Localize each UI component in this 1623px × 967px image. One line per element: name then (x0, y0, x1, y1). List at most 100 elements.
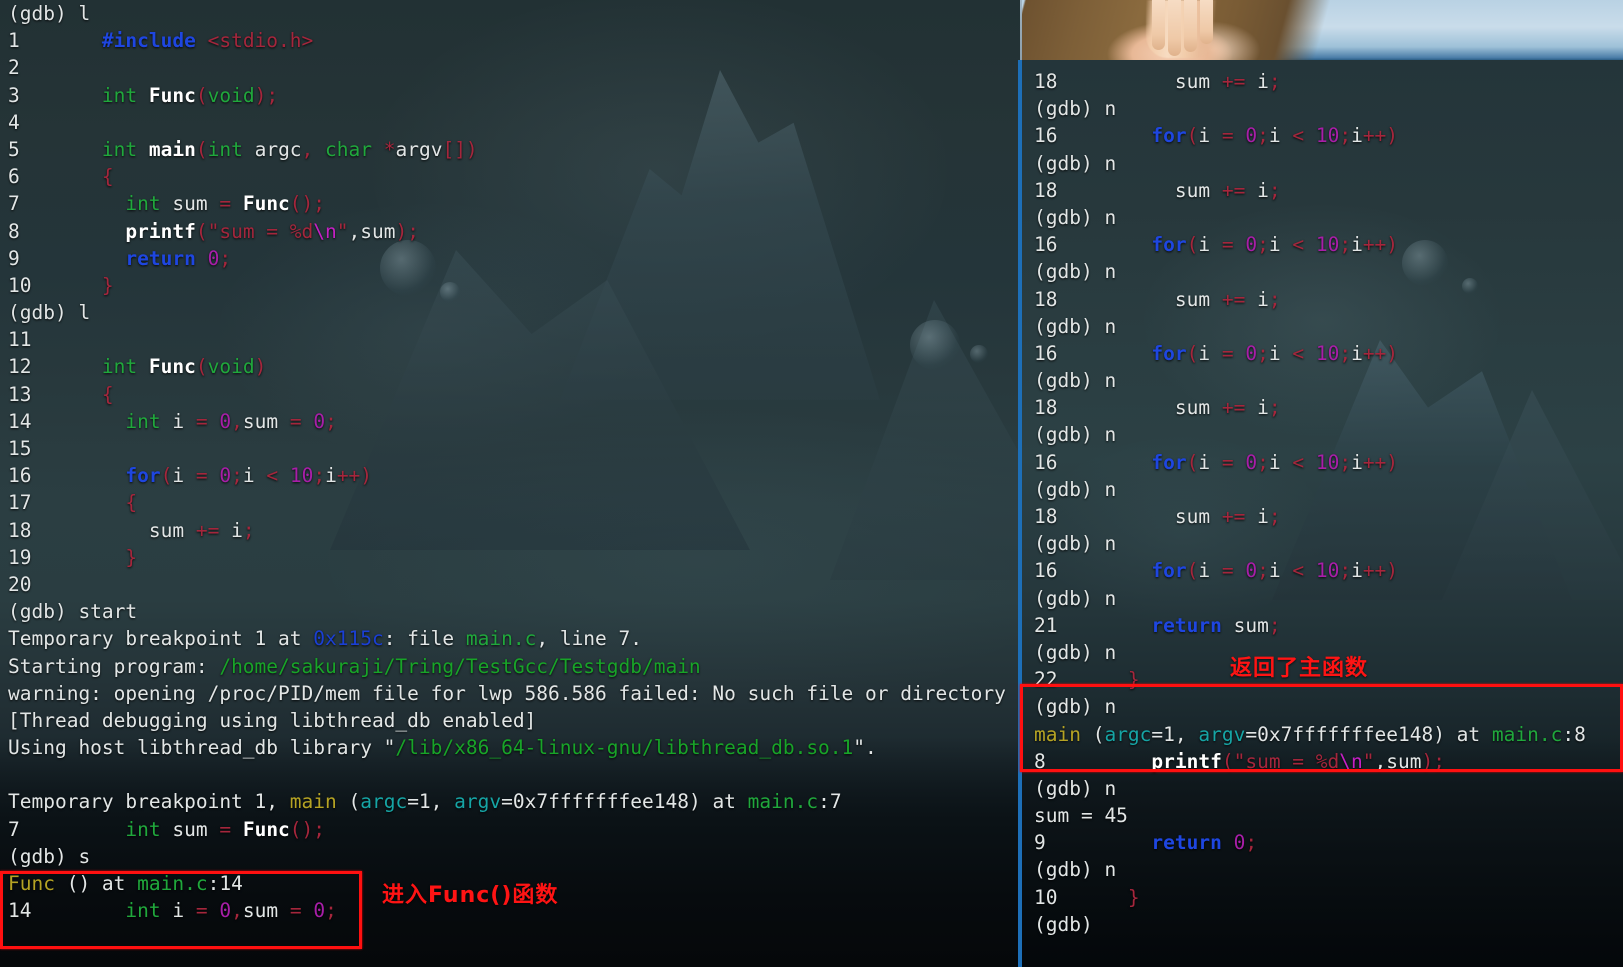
terminal-token: ( (1221, 749, 1234, 773)
terminal-line: (gdb) n (1034, 204, 1623, 231)
terminal-line: (gdb) n (1034, 856, 1623, 883)
terminal-token: = (195, 899, 208, 923)
terminal-token: return (1151, 831, 1234, 855)
terminal-line: 16 for(i = 0;i < 10;i++) (1034, 231, 1623, 258)
terminal-token: (gdb) n (1034, 423, 1117, 447)
terminal-token: printf (125, 219, 196, 243)
terminal-token: 12 (8, 355, 102, 379)
terminal-token: ++) (1362, 233, 1399, 257)
terminal-token: i (242, 464, 267, 488)
terminal-window-right[interactable]: 18 sum += i; (gdb) n 16 for(i = 0;i < 10;i… (1018, 60, 1623, 967)
terminal-token: : file (383, 627, 466, 651)
terminal-token: 14 (8, 899, 126, 923)
terminal-line: 4 (8, 109, 1020, 136)
terminal-token: ; (1257, 450, 1269, 474)
terminal-left-output: (gdb) l1 #include <stdio.h> 2 3 int Func(v… (8, 0, 1020, 924)
terminal-token: 10 (1315, 559, 1340, 583)
terminal-token: = (1221, 341, 1246, 365)
terminal-token: } (1127, 885, 1140, 909)
terminal-token: (); (289, 192, 326, 216)
terminal-token: []) (442, 137, 478, 161)
terminal-token: 0 (1233, 831, 1246, 855)
terminal-token: 20 (8, 572, 32, 596)
terminal-token: i (1257, 70, 1269, 93)
terminal-token: ++) (1362, 341, 1399, 365)
terminal-token: i (231, 518, 243, 542)
terminal-token: int (125, 817, 161, 841)
terminal-token: ; (219, 246, 232, 270)
terminal-token: 0 (1245, 341, 1258, 365)
terminal-line: warning: opening /proc/PID/mem file for … (8, 680, 1020, 707)
terminal-token: = (219, 192, 232, 216)
terminal-token: [Thread debugging using libthread_db ena… (8, 708, 537, 732)
terminal-line: 16 for(i = 0;i < 10;i++) (1034, 122, 1623, 149)
terminal-token: main.c (1491, 722, 1563, 746)
terminal-token: " (1362, 749, 1375, 773)
terminal-token: \n (1339, 749, 1363, 773)
terminal-line: (gdb) n (1034, 258, 1623, 285)
terminal-token: ) (254, 355, 267, 379)
terminal-token: :8 (1562, 722, 1586, 746)
terminal-line: (gdb) n (1034, 693, 1623, 720)
terminal-token: (gdb) start (8, 600, 138, 624)
terminal-token: char (325, 137, 384, 161)
terminal-line: 10 } (1034, 884, 1623, 911)
terminal-token: main (1034, 722, 1081, 746)
terminal-token: (gdb) l (8, 2, 91, 25)
terminal-token: 16 (1034, 559, 1152, 583)
terminal-line: (gdb) n (1034, 585, 1623, 612)
terminal-token: (gdb) n (1034, 776, 1117, 800)
terminal-token: ; (1257, 559, 1269, 583)
annotation-returned-to-main: 返回了主函数 (1230, 656, 1369, 681)
terminal-window-left[interactable]: (gdb) l1 #include <stdio.h> 2 3 int Func(v… (0, 0, 1020, 967)
terminal-token: } (101, 273, 114, 297)
terminal-token: ; (325, 899, 337, 923)
terminal-token: i (1351, 450, 1363, 474)
terminal-line: Starting program: /home/sakuraji/Tring/T… (8, 653, 1020, 680)
terminal-token: #include (101, 29, 208, 53)
terminal-line: (gdb) n (1034, 367, 1623, 394)
terminal-line: 5 int main(int argc, char *argv[]) (8, 136, 1020, 163)
terminal-token: for (1151, 341, 1187, 365)
terminal-token: { (101, 165, 114, 189)
terminal-token: ( (195, 137, 208, 161)
terminal-token: main (148, 137, 196, 161)
terminal-line: (gdb) l (8, 0, 1020, 27)
terminal-line: 12 int Func(void) (8, 353, 1020, 380)
terminal-token: (gdb) n (1034, 205, 1117, 229)
terminal-line: 8 printf("sum = %d\n",sum); (1034, 748, 1623, 775)
terminal-token: ; (1257, 124, 1269, 148)
terminal-token: ; (242, 518, 255, 542)
terminal-token: ; (325, 409, 337, 433)
terminal-token: i (1268, 450, 1293, 474)
terminal-token: ; (1268, 613, 1281, 637)
terminal-token: (gdb) l (8, 301, 91, 325)
terminal-token: return (125, 246, 208, 270)
terminal-token: 18 (1034, 70, 1175, 93)
terminal-token: sum = 45 (1034, 804, 1128, 828)
terminal-token: ; (1268, 178, 1281, 202)
terminal-line: 10 } (8, 272, 1020, 299)
terminal-token: Temporary breakpoint 1, (8, 790, 290, 814)
terminal-token: i (1268, 559, 1293, 583)
terminal-line: 7 int sum = Func(); (8, 816, 1020, 843)
terminal-token: ( (195, 355, 208, 379)
terminal-token: for (1151, 233, 1187, 257)
terminal-token: (gdb) n (1034, 586, 1117, 610)
terminal-line: 20 (8, 571, 1020, 598)
terminal-token: 0 (1245, 233, 1258, 257)
terminal-token: void (207, 83, 255, 107)
terminal-token: int (101, 137, 149, 161)
terminal-token: += (195, 518, 232, 542)
terminal-line: 7 int sum = Func(); (8, 190, 1020, 217)
terminal-token: 10 (1034, 885, 1128, 909)
terminal-token: 7 (8, 192, 126, 216)
terminal-token: 18 (1034, 505, 1175, 528)
terminal-token: ; (1339, 233, 1352, 257)
terminal-token: 10 (289, 464, 314, 488)
terminal-token: printf (1151, 749, 1222, 773)
terminal-token: 3 (8, 83, 102, 107)
terminal-token: main.c (465, 627, 537, 651)
terminal-token: Starting program: (8, 654, 220, 678)
terminal-token: 0x115c (313, 627, 384, 651)
